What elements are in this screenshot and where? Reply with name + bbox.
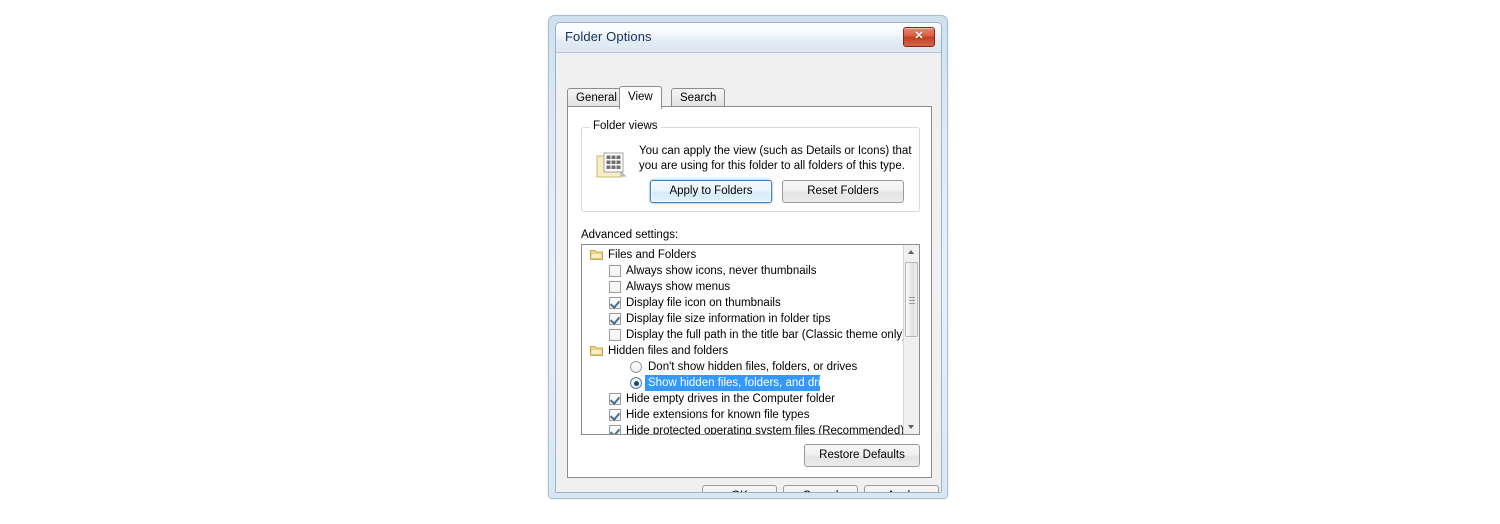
tab-search[interactable]: Search	[671, 88, 726, 107]
cancel-button[interactable]: Cancel	[783, 485, 858, 492]
tab-general[interactable]: General	[567, 88, 626, 107]
folder-icon	[590, 345, 603, 356]
list-item[interactable]: Hide extensions for known file types	[582, 407, 902, 423]
list-item-label: Display file size information in folder …	[626, 313, 831, 325]
close-button[interactable]: ✕	[903, 27, 935, 47]
close-icon: ✕	[914, 30, 924, 42]
list-item-label: Hide empty drives in the Computer folder	[626, 393, 836, 405]
list-item[interactable]: Always show menus	[582, 279, 902, 295]
checkbox-icon[interactable]	[609, 265, 621, 277]
title-bar[interactable]: Folder Options ✕	[556, 23, 941, 53]
list-item[interactable]: Hide protected operating system files (R…	[582, 423, 905, 435]
scrollbar-grip-icon	[909, 297, 915, 304]
list-item-label: Show hidden files, folders, and drives	[648, 377, 839, 389]
list-scrollbar[interactable]	[903, 245, 919, 434]
checkbox-checked-icon[interactable]	[609, 313, 621, 325]
list-item[interactable]: Display file size information in folder …	[582, 311, 902, 327]
list-item-label: Always show menus	[626, 281, 731, 293]
reset-folders-button[interactable]: Reset Folders	[782, 180, 904, 203]
checkbox-checked-icon[interactable]	[609, 297, 621, 309]
window-title: Folder Options	[565, 29, 652, 44]
list-item-label: Hide protected operating system files (R…	[626, 425, 905, 435]
list-item-selected[interactable]: Show hidden files, folders, and drives	[582, 375, 902, 391]
list-item[interactable]: Hidden files and folders	[582, 343, 902, 359]
list-item-label: Always show icons, never thumbnails	[626, 265, 817, 277]
checkbox-checked-icon[interactable]	[609, 393, 621, 405]
list-item-label: Don't show hidden files, folders, or dri…	[648, 361, 858, 373]
ok-button[interactable]: OK	[702, 485, 777, 492]
folder-options-dialog: Folder Options ✕ General View Search Fol…	[555, 22, 942, 493]
folder-views-group: Folder views You can apply the view (suc…	[581, 120, 920, 212]
list-item[interactable]: Files and Folders	[582, 247, 902, 263]
folder-views-description: You can apply the view (such as Details …	[639, 145, 912, 172]
list-item[interactable]: Don't show hidden files, folders, or dri…	[582, 359, 902, 375]
list-item[interactable]: Always show icons, never thumbnails	[582, 263, 902, 279]
list-item-label: Files and Folders	[608, 249, 697, 261]
scrollbar-thumb[interactable]	[905, 262, 918, 337]
checkbox-icon[interactable]	[609, 329, 621, 341]
scroll-up-arrow-icon[interactable]	[904, 245, 919, 260]
dialog-client-area: General View Search Folder views You can…	[556, 53, 941, 492]
list-item-label: Display file icon on thumbnails	[626, 297, 781, 309]
list-item-label: Hide extensions for known file types	[626, 409, 810, 421]
list-item[interactable]: Hide empty drives in the Computer folder	[582, 391, 902, 407]
folder-views-group-title: Folder views	[590, 120, 661, 132]
list-item-label: Display the full path in the title bar (…	[626, 329, 906, 341]
folder-icon	[590, 249, 603, 260]
advanced-settings-list-inner: Files and Folders Always show icons, nev…	[582, 247, 906, 435]
apply-button[interactable]: Apply	[864, 485, 939, 492]
advanced-settings-list[interactable]: Files and Folders Always show icons, nev…	[581, 244, 920, 435]
scroll-down-arrow-icon[interactable]	[904, 419, 919, 434]
checkbox-checked-icon[interactable]	[609, 409, 621, 421]
advanced-settings-label: Advanced settings:	[581, 229, 679, 241]
radio-button-selected-icon[interactable]	[630, 377, 642, 389]
radio-button-icon[interactable]	[630, 361, 642, 373]
apply-to-folders-button[interactable]: Apply to Folders	[650, 180, 772, 203]
folder-view-icon	[596, 150, 628, 180]
list-item[interactable]: Display file icon on thumbnails	[582, 295, 902, 311]
restore-defaults-button[interactable]: Restore Defaults	[804, 444, 920, 467]
view-tab-page: Folder views You can apply the view (suc…	[567, 106, 932, 478]
list-item[interactable]: Display the full path in the title bar (…	[582, 327, 906, 343]
checkbox-checked-icon[interactable]	[609, 425, 621, 434]
checkbox-icon[interactable]	[609, 281, 621, 293]
tab-view[interactable]: View	[619, 86, 662, 109]
list-item-label: Hidden files and folders	[608, 345, 729, 357]
